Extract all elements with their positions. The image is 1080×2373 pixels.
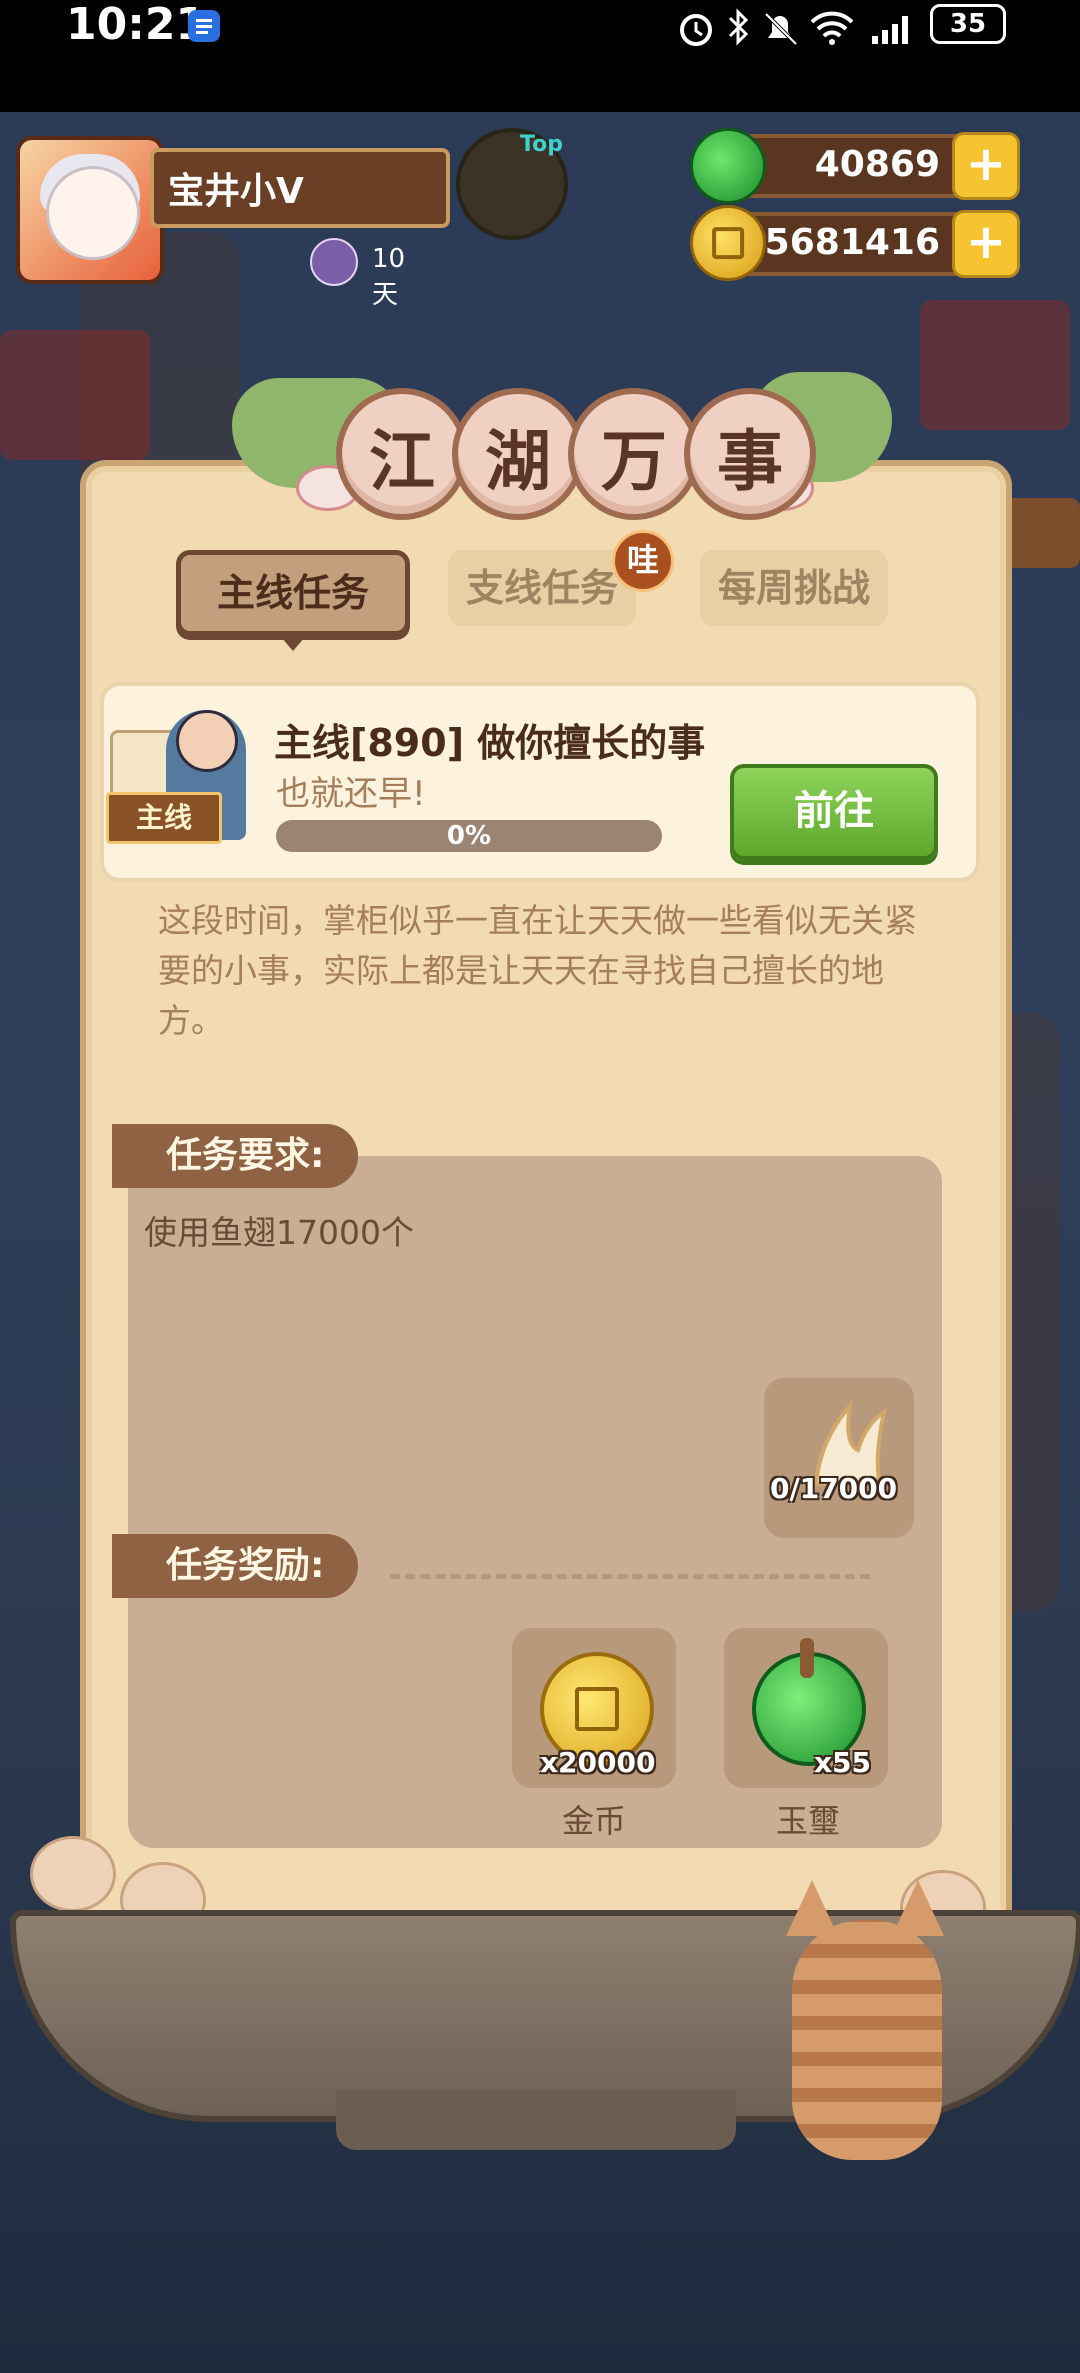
go-button[interactable]: 前往: [730, 764, 938, 860]
coin-amount: 75681416: [739, 222, 940, 263]
alarm-icon: [680, 14, 712, 46]
cat-body: [792, 1920, 942, 2160]
progress-text: 0%: [446, 821, 492, 851]
avatar-face: [46, 166, 140, 260]
right-event-banner[interactable]: [920, 300, 1070, 430]
days-avatar-icon: [310, 238, 358, 286]
top-ranking-button[interactable]: Top: [456, 128, 568, 240]
new-badge: 哇: [612, 530, 674, 592]
top-badge: Top: [520, 132, 563, 157]
panel-title-char: 江: [336, 388, 468, 520]
bluetooth-icon: [728, 8, 749, 46]
mute-icon: [762, 10, 798, 46]
player-avatar[interactable]: [16, 136, 164, 284]
panel-title-char: 万: [568, 388, 700, 520]
status-bar: 10:21 35: [0, 0, 1080, 112]
tab-main-quest[interactable]: 主线任务: [176, 550, 410, 651]
player-name-plate: 宝井小V: [150, 148, 450, 228]
jade-amount: 40869: [814, 144, 940, 185]
quest-description: 这段时间，掌柜似乎一直在让天天做一些看似无关紧要的小事，实际上都是让天天在寻找自…: [158, 901, 917, 1040]
quest-type-tag: 主线: [106, 792, 222, 844]
dashed-divider: [390, 1574, 870, 1579]
panel-title-char: 事: [684, 388, 816, 520]
reward-count: x20000: [540, 1746, 656, 1779]
days-text: 10天: [372, 244, 406, 310]
meatball-decoration: [30, 1836, 116, 1912]
reward-label: 任务奖励:: [112, 1534, 358, 1598]
app-notification-icon: [188, 10, 220, 42]
add-jade-button[interactable]: +: [952, 132, 1020, 200]
panel-title-char: 湖: [452, 388, 584, 520]
coin-icon: [690, 205, 766, 281]
requirement-text: 使用鱼翅17000个: [144, 1213, 414, 1252]
player-name: 宝井小V: [168, 171, 304, 212]
tab-branch-quest[interactable]: 支线任务: [448, 550, 636, 626]
tab-weekly-challenge[interactable]: 每周挑战: [700, 550, 888, 626]
character-head: [176, 710, 238, 772]
reward-name: 金币: [562, 1802, 627, 1840]
jade-icon: [690, 128, 766, 204]
item-progress-count: 0/17000: [770, 1472, 898, 1505]
reward-name: 玉璽: [776, 1802, 841, 1840]
requirement-label: 任务要求:: [112, 1124, 358, 1188]
add-coin-button[interactable]: +: [952, 210, 1020, 278]
bowl-foot: [336, 2090, 736, 2150]
left-event-banner[interactable]: [0, 330, 150, 460]
wifi-icon: [810, 11, 854, 45]
quest-progress-bar: 0%: [276, 820, 662, 852]
battery-icon: 35: [930, 4, 1006, 44]
reward-count: x55: [814, 1746, 872, 1779]
signal-icon: [872, 16, 908, 44]
cat-mascot: [772, 1880, 972, 2170]
quest-title: 主线[890] 做你擅长的事: [274, 721, 706, 765]
quest-subtitle: 也就还早!: [276, 774, 426, 814]
